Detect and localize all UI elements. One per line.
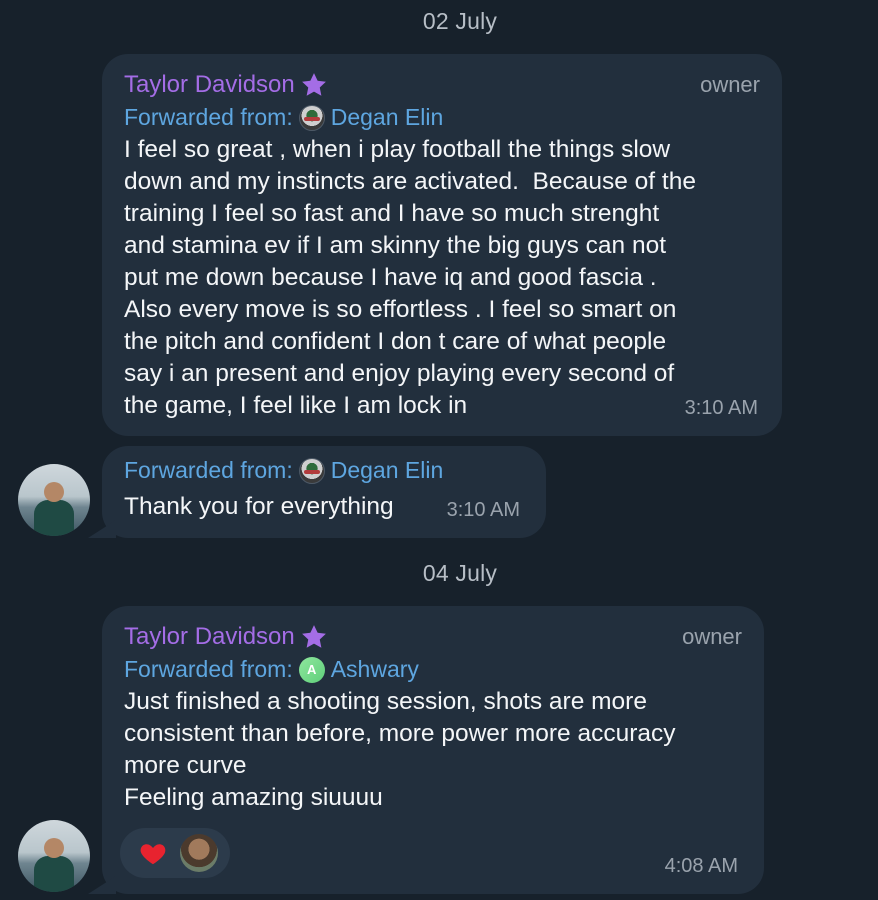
- reactor-avatar[interactable]: [180, 834, 218, 872]
- bubble-tail: [88, 872, 116, 894]
- message-time: 3:10 AM: [446, 499, 520, 521]
- message-bubble[interactable]: Forwarded from: Degan Elin Thank you for…: [88, 446, 546, 538]
- sender-name-label: Taylor Davidson: [124, 623, 295, 650]
- star-icon: [299, 70, 329, 100]
- chat-view: 02 July Taylor Davidson owner Forwarded …: [0, 0, 878, 900]
- forwarded-label: Forwarded from:: [124, 457, 293, 483]
- message-text: I feel so great , when i play football t…: [124, 136, 696, 419]
- message-time: 4:08 AM: [664, 855, 738, 877]
- sender-name[interactable]: Taylor Davidson: [124, 70, 329, 100]
- date-separator: 02 July: [422, 8, 498, 34]
- flag-icon: [298, 104, 325, 131]
- avatar[interactable]: [18, 464, 90, 536]
- sender-name[interactable]: Taylor Davidson: [124, 622, 329, 652]
- avatar-figure-body: [34, 856, 74, 892]
- message-time: 3:10 AM: [684, 397, 758, 419]
- forwarded-label: Forwarded from:: [124, 656, 293, 682]
- forwarded-label: Forwarded from:: [124, 104, 293, 130]
- forwarded-header[interactable]: Forwarded from: Degan Elin: [124, 457, 443, 484]
- avatar-figure-head: [44, 838, 64, 858]
- avatar-figure-body: [34, 500, 74, 536]
- bubble-tail: [88, 516, 116, 538]
- message-bubble[interactable]: Taylor Davidson owner Forwarded from: De…: [102, 54, 782, 436]
- forwarded-name[interactable]: Degan Elin: [331, 104, 444, 131]
- date-separator: 04 July: [422, 560, 498, 586]
- forwarded-header[interactable]: Forwarded from: Degan Elin: [124, 104, 443, 131]
- star-icon: [299, 622, 329, 652]
- avatar-figure-head: [44, 482, 64, 502]
- forwarded-header[interactable]: Forwarded from: A Ashwary: [124, 656, 419, 683]
- message-text: Just finished a shooting session, shots …: [124, 688, 676, 811]
- contact-initial-icon: A: [298, 656, 325, 683]
- heart-icon: [138, 838, 168, 873]
- avatar[interactable]: [18, 820, 90, 892]
- flag-icon: [298, 457, 325, 484]
- message-text: Thank you for everything: [124, 493, 394, 520]
- message-bubble[interactable]: Taylor Davidson owner Forwarded from: A …: [88, 606, 764, 894]
- role-badge: owner: [700, 72, 760, 97]
- role-badge: owner: [682, 624, 742, 649]
- forwarded-name[interactable]: Degan Elin: [331, 457, 444, 484]
- sender-name-label: Taylor Davidson: [124, 71, 295, 98]
- forwarded-name[interactable]: Ashwary: [331, 656, 419, 683]
- reaction-chip[interactable]: [120, 828, 230, 878]
